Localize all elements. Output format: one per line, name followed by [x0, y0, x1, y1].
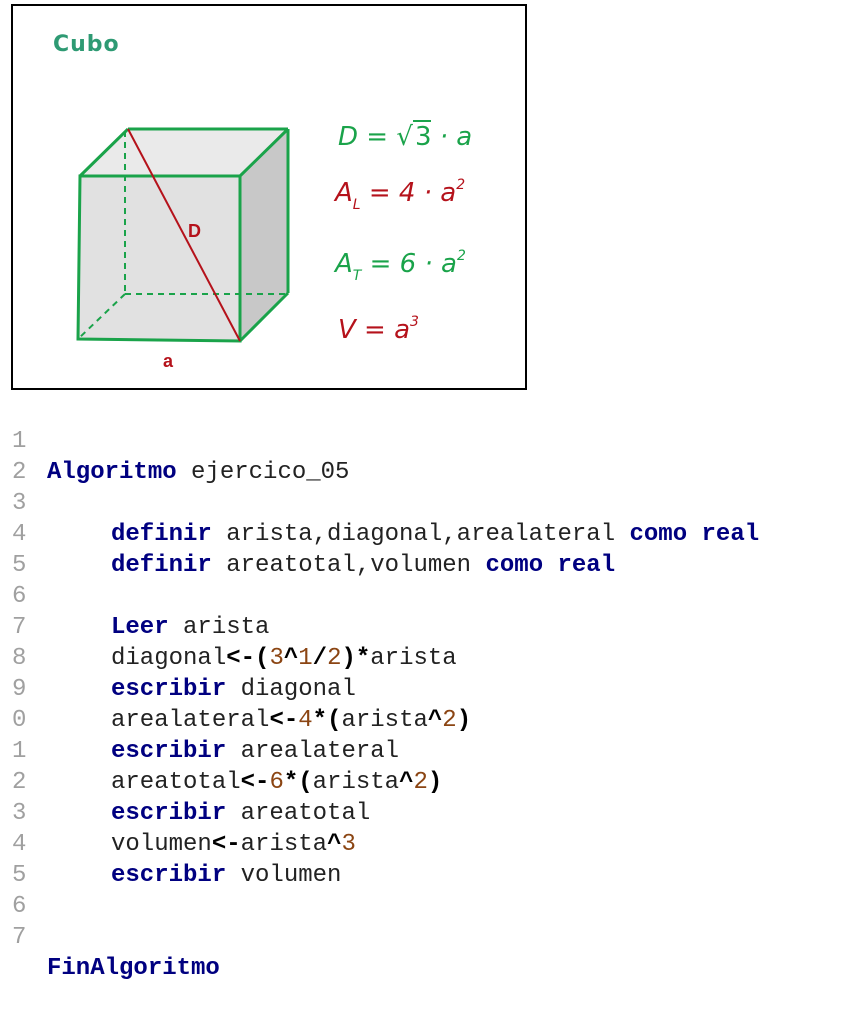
code-line: 7 diagonal<-(3^1/2)*arista — [12, 614, 457, 672]
code-line: 0 escribir arealateral — [12, 707, 400, 765]
formula-diagonal: D = √3 · a — [338, 120, 473, 152]
code-line: 4 definir areatotal,volumen como real — [12, 521, 616, 579]
code-line: 7 FinAlgoritmo — [0, 891, 860, 982]
code-line: 6 — [0, 860, 860, 920]
code-line: 9 arealateral<-4*(arista^2) — [12, 676, 472, 734]
formula-total-area: AT = 6 · a2 — [335, 248, 466, 284]
formula-lateral-area: AL = 4 · a2 — [335, 177, 466, 213]
code-line: 1 Algoritmo ejercico_05 — [12, 428, 350, 486]
code-line: 1 areatotal<-6*(arista^2) — [12, 738, 443, 796]
code-line: 6 Leer arista — [12, 583, 270, 641]
code-line: 5 — [0, 519, 860, 579]
cube-front-face — [78, 176, 240, 341]
code-line: 5 — [0, 829, 860, 889]
code-line: 8 escribir diagonal — [12, 645, 356, 703]
code-line: 4 escribir volumen — [12, 831, 342, 889]
cube-figure: Cubo D a D = √3 · a AL = 4 · a2 AT = 6 ·… — [11, 4, 527, 390]
keyword: FinAlgoritmo — [47, 955, 220, 982]
code-line: 2 escribir areatotal — [12, 769, 371, 827]
code-line: 3 volumen<-arista^3 — [12, 800, 356, 858]
line-number: 7 — [12, 924, 27, 951]
edge-label: a — [163, 351, 174, 371]
code-line: 3 definir arista,diagonal,arealateral co… — [12, 490, 760, 548]
diagonal-label: D — [188, 221, 201, 241]
formula-volume: V = a3 — [338, 314, 419, 345]
code-line: 2 — [0, 426, 860, 486]
